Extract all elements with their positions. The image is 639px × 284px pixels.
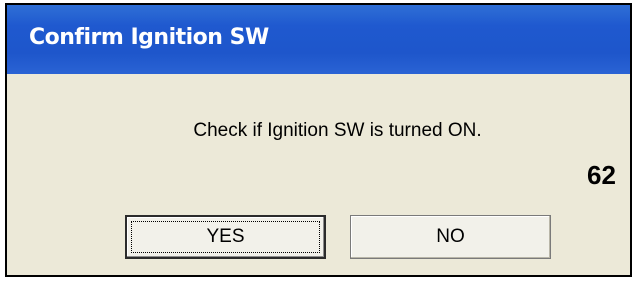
no-button[interactable]: NO xyxy=(350,215,551,259)
yes-button-label: YES xyxy=(206,226,245,247)
yes-button[interactable]: YES xyxy=(125,215,326,259)
dialog-body: Check if Ignition SW is turned ON. YES N… xyxy=(7,74,630,275)
dialog-message: Check if Ignition SW is turned ON. xyxy=(193,120,482,141)
confirm-dialog: Confirm Ignition SW Check if Ignition SW… xyxy=(5,3,632,277)
no-button-label: NO xyxy=(436,226,465,247)
dialog-title: Confirm Ignition SW xyxy=(29,25,269,50)
dialog-titlebar[interactable]: Confirm Ignition SW xyxy=(7,5,630,74)
page-number: 62 xyxy=(587,160,616,190)
